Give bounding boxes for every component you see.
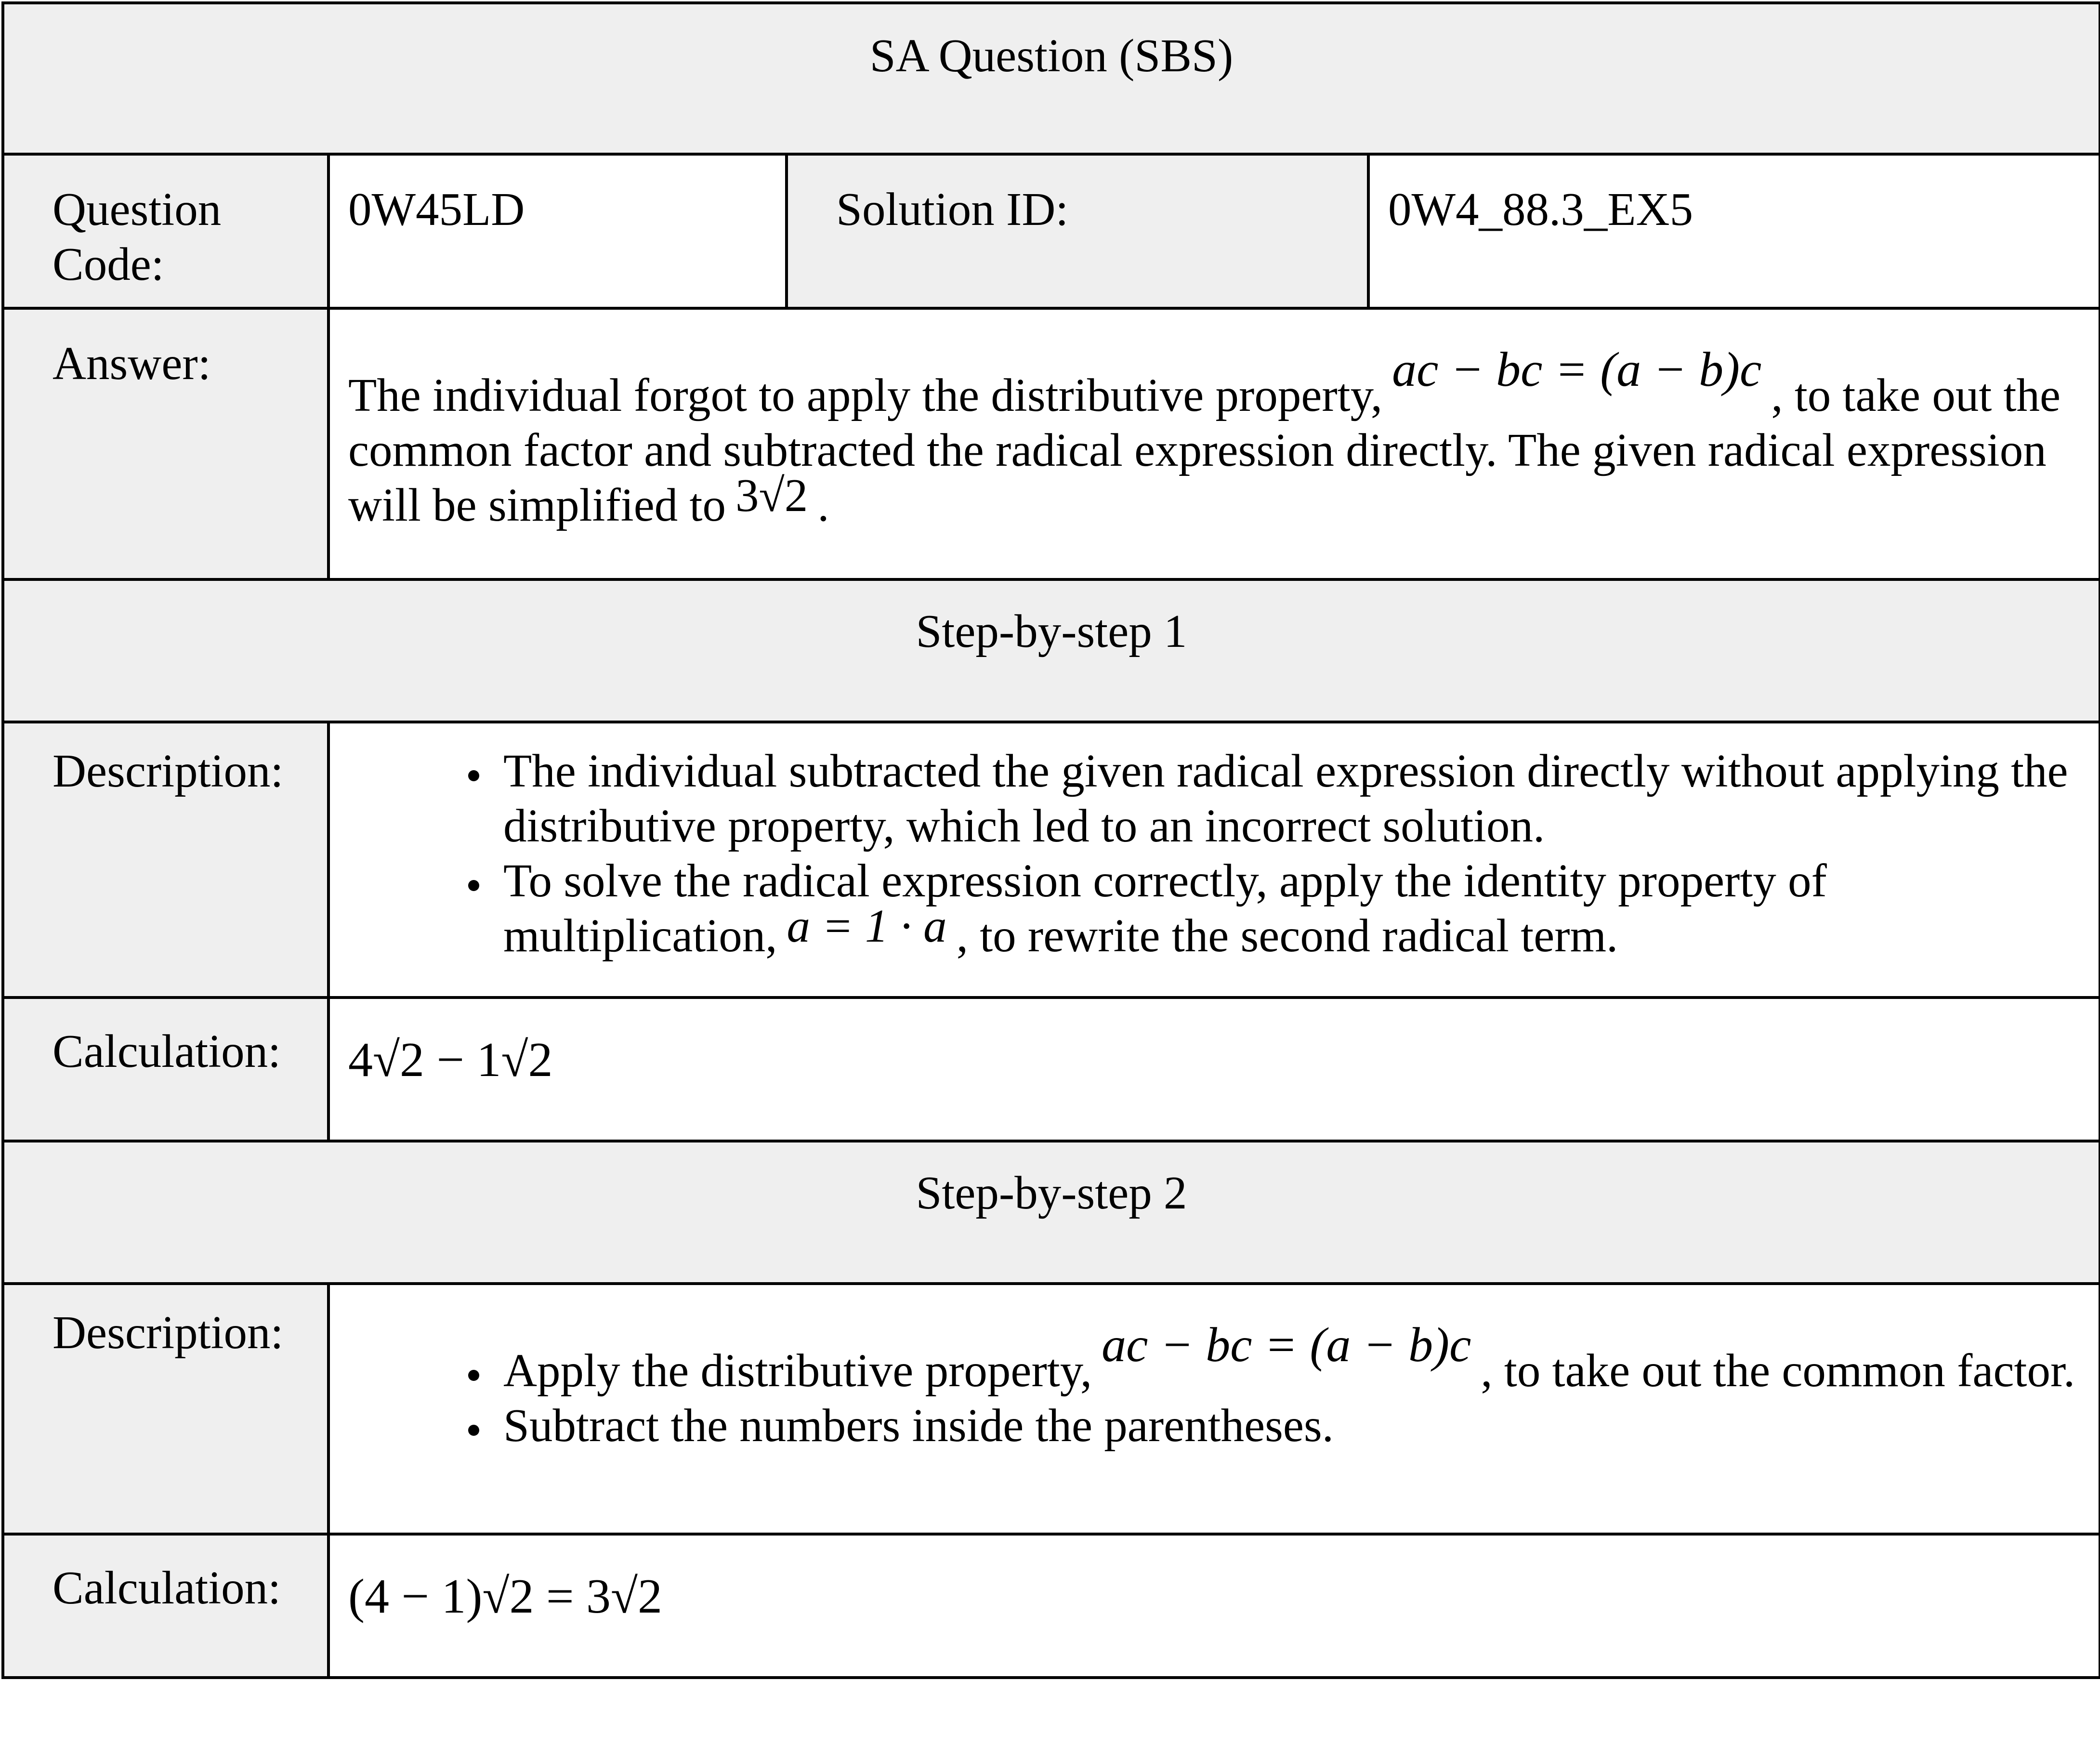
step2-calculation-label-cell: Calculation: xyxy=(1,1533,330,1679)
answer-cell: The individual forgot to apply the distr… xyxy=(327,307,2100,581)
answer-result: 3√2 xyxy=(735,470,808,521)
answer-text-end: . xyxy=(817,479,829,531)
question-code-value: 0W45LD xyxy=(348,184,525,235)
step1-bullet-2: To solve the radical expression correctl… xyxy=(494,853,2079,963)
step2-calculation: (4 − 1)√2 = 3√2 xyxy=(348,1569,662,1624)
title-cell: SA Question (SBS) xyxy=(1,1,2100,156)
step2-bullet-2: Subtract the numbers inside the parenthe… xyxy=(494,1398,2079,1453)
step1-bullet-2-post: , to rewrite the second radical term. xyxy=(956,910,1618,961)
step2-bullet-2-text: Subtract the numbers inside the parenthe… xyxy=(503,1400,1334,1451)
step1-calculation-label-cell: Calculation: xyxy=(1,996,330,1142)
step1-calculation-label: Calculation: xyxy=(52,1025,281,1077)
step2-description-cell: Apply the distributive property,ac − bc … xyxy=(327,1282,2100,1536)
identity-formula: a = 1 · a xyxy=(787,900,947,952)
step1-description-cell: The individual subtracted the given radi… xyxy=(327,721,2100,999)
step1-calculation-cell: 4√2 − 1√2 xyxy=(327,996,2100,1142)
step2-description-label-cell: Description: xyxy=(1,1282,330,1536)
step2-calculation-cell: (4 − 1)√2 = 3√2 xyxy=(327,1533,2100,1679)
step1-bullet-list: The individual subtracted the given radi… xyxy=(330,744,2079,963)
solution-id-label-cell: Solution ID: xyxy=(785,153,1370,310)
step1-heading-cell: Step-by-step 1 xyxy=(1,578,2100,723)
step1-bullet-1-text: The individual subtracted the given radi… xyxy=(503,745,2068,852)
distributive-formula: ac − bc = (a − b)c xyxy=(1392,342,1762,397)
step2-calculation-label: Calculation: xyxy=(52,1562,281,1614)
answer-label-cell: Answer: xyxy=(1,307,330,581)
answer-label: Answer: xyxy=(52,338,211,389)
step1-calculation: 4√2 − 1√2 xyxy=(348,1033,553,1087)
step1-bullet-1: The individual subtracted the given radi… xyxy=(494,744,2079,853)
step2-heading-cell: Step-by-step 2 xyxy=(1,1140,2100,1285)
solution-id-value-cell: 0W4_88.3_EX5 xyxy=(1366,153,2100,310)
step1-heading: Step-by-step 1 xyxy=(916,605,1187,657)
step2-bullet-1-post: , to take out the common factor. xyxy=(1481,1345,2075,1396)
step1-description-label: Description: xyxy=(52,745,284,797)
question-code-label: Question Code: xyxy=(52,184,222,290)
solution-document: SA Question (SBS) Question Code: 0W45LD … xyxy=(0,0,2100,1759)
question-code-value-cell: 0W45LD xyxy=(327,153,788,310)
solution-id-label: Solution ID: xyxy=(836,184,1069,235)
solution-id-value: 0W4_88.3_EX5 xyxy=(1388,184,1693,235)
distributive-formula-2: ac − bc = (a − b)c xyxy=(1102,1318,1471,1372)
step2-bullet-1-pre: Apply the distributive property, xyxy=(503,1345,1092,1396)
step2-bullet-1: Apply the distributive property,ac − bc … xyxy=(494,1318,2079,1398)
question-code-label-cell: Question Code: xyxy=(1,153,330,310)
answer-text-part1: The individual forgot to apply the distr… xyxy=(348,369,1383,421)
document-title: SA Question (SBS) xyxy=(869,30,1234,81)
sbs-table: SA Question (SBS) Question Code: 0W45LD … xyxy=(1,1,2100,1679)
step2-heading: Step-by-step 2 xyxy=(916,1167,1187,1219)
step2-bullet-list: Apply the distributive property,ac − bc … xyxy=(330,1318,2079,1453)
step1-description-label-cell: Description: xyxy=(1,721,330,999)
step2-description-label: Description: xyxy=(52,1307,284,1358)
